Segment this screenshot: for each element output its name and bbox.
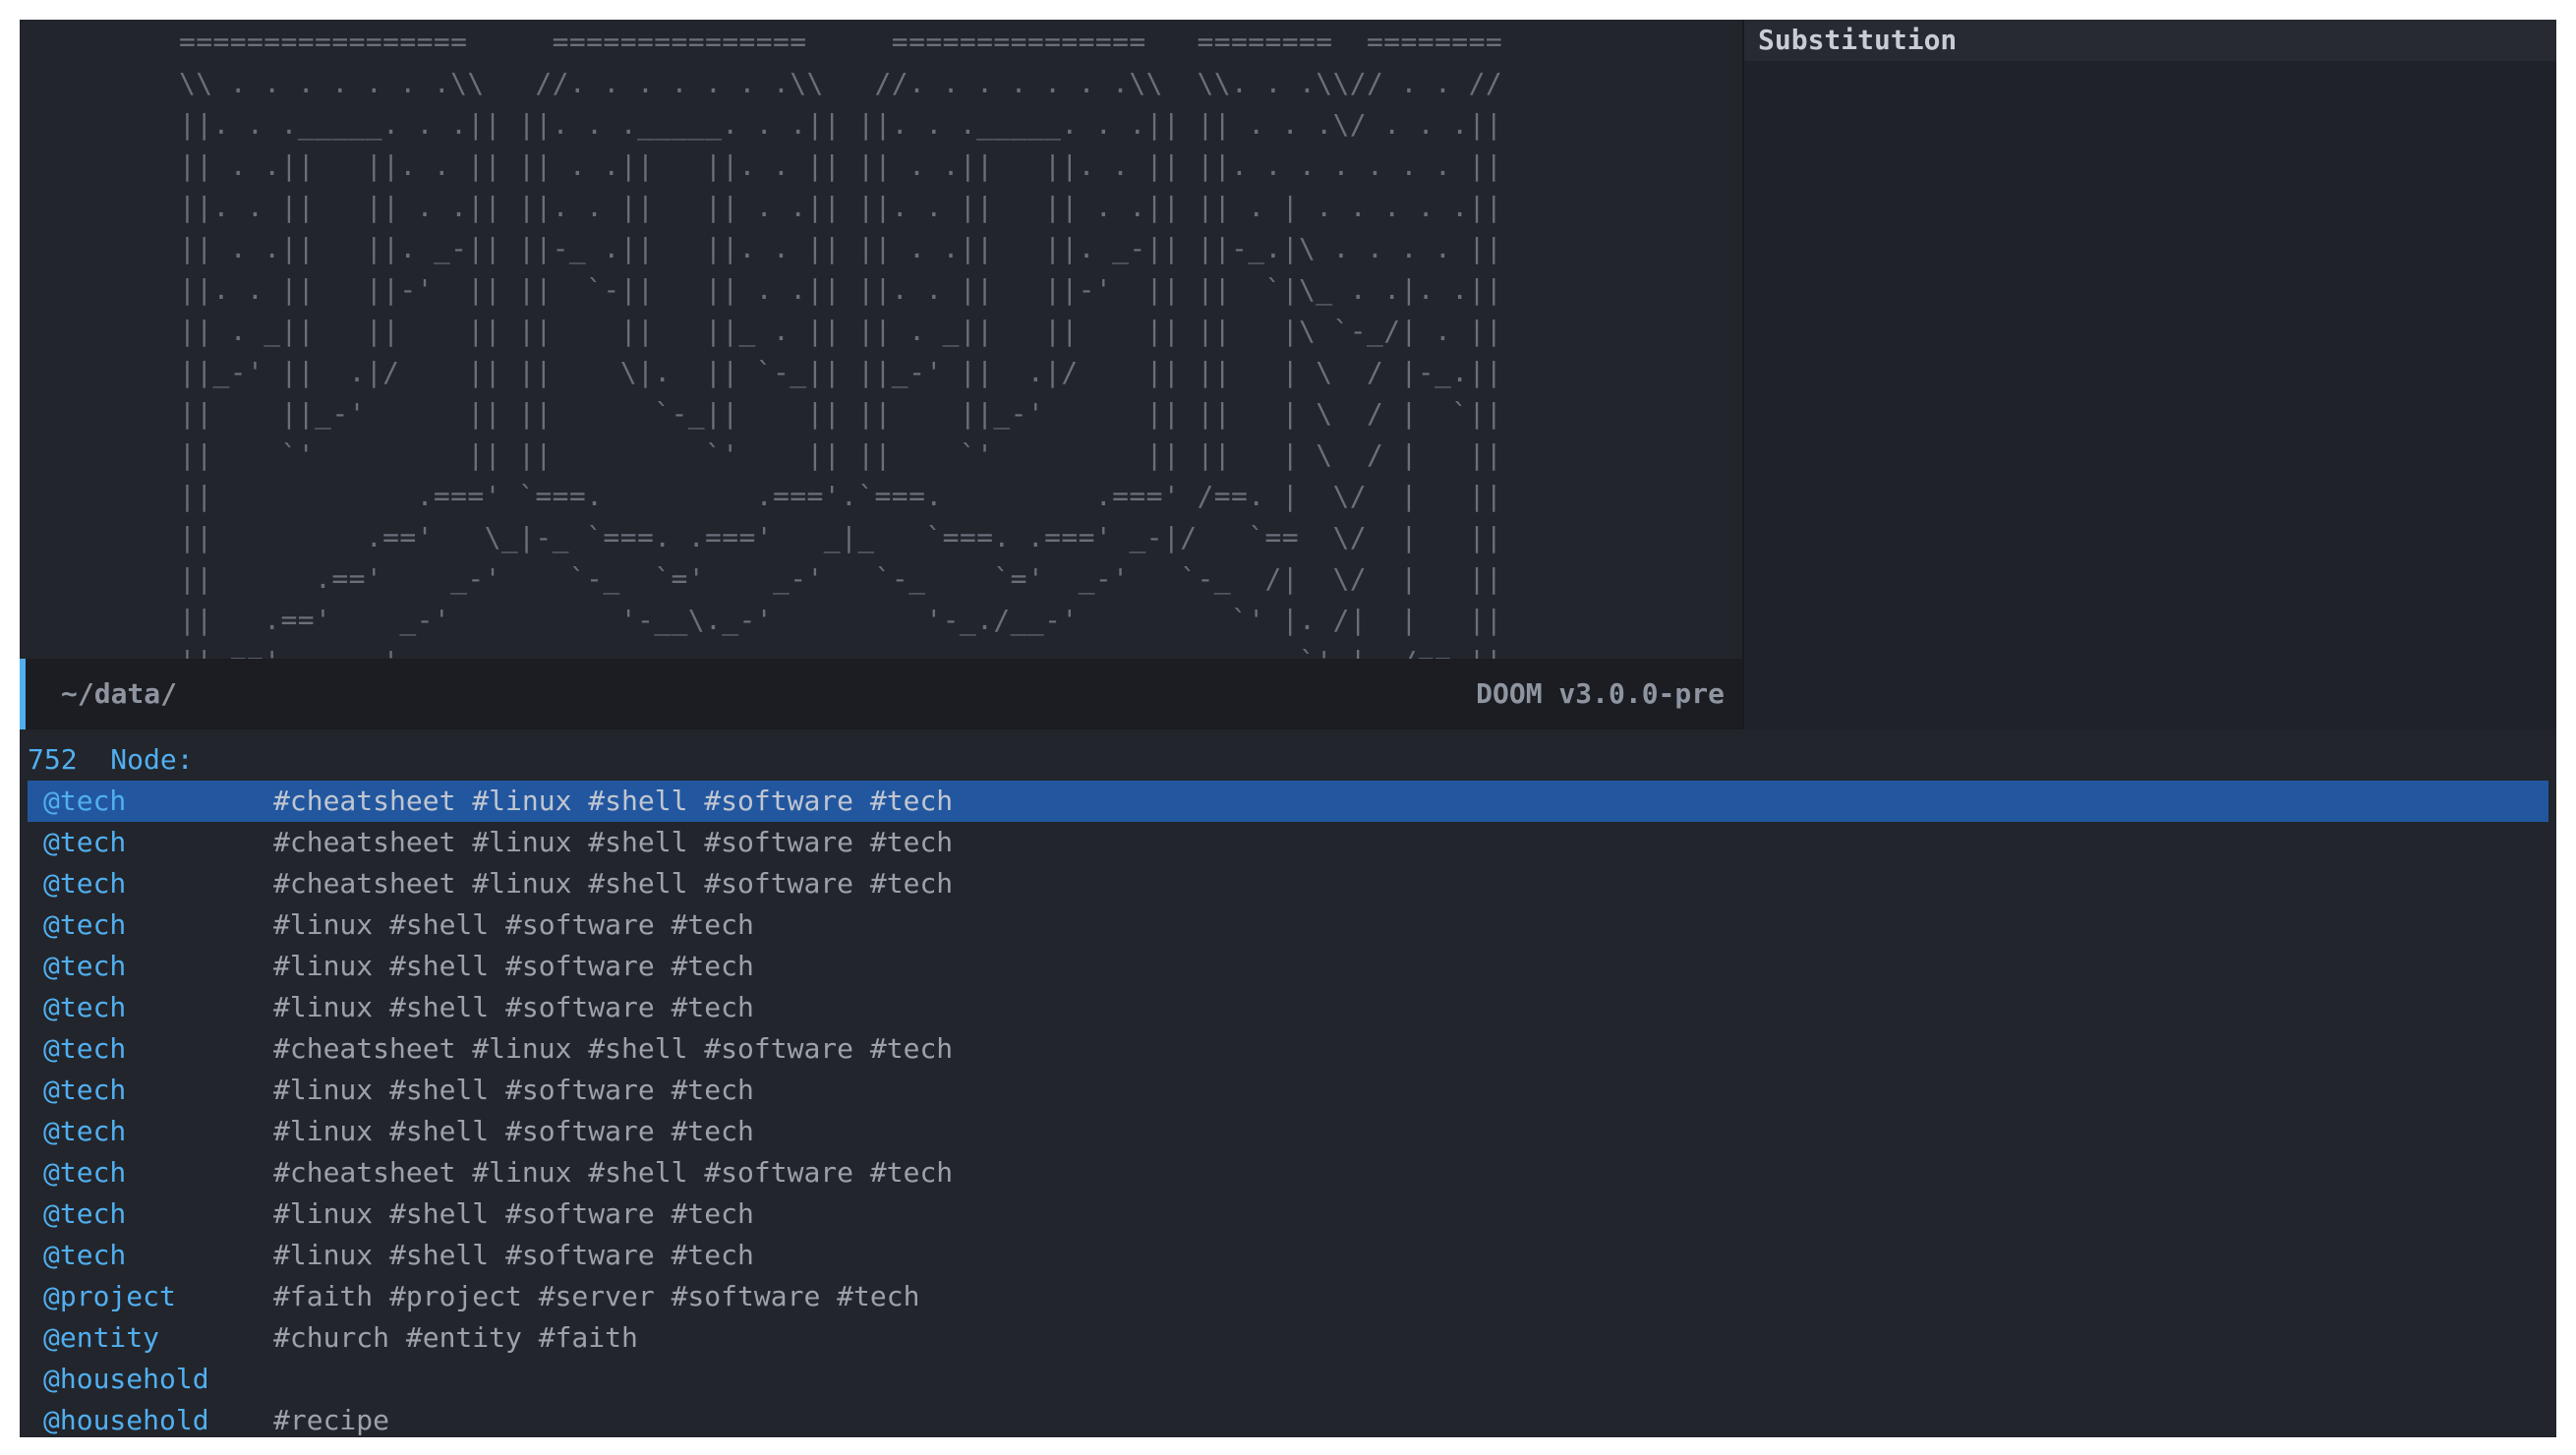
candidate-title: @tech [43,1197,127,1230]
candidate-tags: #linux #shell #software #tech [273,991,754,1023]
candidate-title: @project [43,1280,176,1312]
candidate-row-selected[interactable]: @tech #cheatsheet #linux #shell #software… [28,781,2548,822]
candidate-count: 752 [28,743,78,776]
candidate-row[interactable]: @tech #linux #shell #software #tech [28,1193,2548,1235]
candidate-list: @tech #cheatsheet #linux #shell #software… [28,781,2548,1437]
candidate-tags: #linux #shell #software #tech [273,1115,754,1147]
prompt-label: Node: [110,743,194,776]
candidate-title: @household [43,1363,209,1395]
candidate-row[interactable]: @tech #linux #shell #software #tech [28,1235,2548,1276]
candidate-title: @tech [43,991,127,1023]
candidate-tags: #recipe [273,1404,390,1436]
candidate-title: @tech [43,826,127,858]
candidate-title: @tech [43,908,127,941]
candidate-row[interactable]: @household #recipe [28,1400,2548,1437]
candidate-tags: #linux #shell #software #tech [273,950,754,982]
candidate-title: @tech [43,1032,127,1065]
candidate-title: @entity [43,1321,160,1354]
candidate-tags: #cheatsheet #linux #shell #software #tec… [273,867,954,900]
candidate-title: @tech [43,950,127,982]
candidate-tags: #faith #project #server #software #tech [273,1280,920,1312]
substitution-header: Substitution [1744,20,2556,61]
minibuffer[interactable]: 752 Node: @tech #cheatsheet #linux #shell… [20,729,2556,1437]
candidate-row[interactable]: @tech #cheatsheet #linux #shell #software… [28,1028,2548,1070]
candidate-row[interactable]: @household [28,1359,2548,1400]
candidate-tags: #linux #shell #software #tech [273,1239,754,1271]
candidate-row[interactable]: @tech #linux #shell #software #tech [28,1070,2548,1111]
candidate-row[interactable]: @tech #linux #shell #software #tech [28,946,2548,987]
emacs-frame: ================= =============== ======… [20,20,2556,1437]
candidate-tags: #linux #shell #software #tech [273,1074,754,1106]
modeline-version: DOOM v3.0.0-pre [1476,677,1725,710]
candidate-tags: #linux #shell #software #tech [273,908,754,941]
candidate-title: @tech [43,785,127,817]
candidate-title: @tech [43,1239,127,1271]
candidate-row[interactable]: @tech #cheatsheet #linux #shell #software… [28,863,2548,904]
candidate-row[interactable]: @tech #cheatsheet #linux #shell #software… [28,822,2548,863]
candidate-tags: #cheatsheet #linux #shell #software #tec… [273,785,954,817]
candidate-tags: #cheatsheet #linux #shell #software #tec… [273,826,954,858]
substitution-pane[interactable]: Substitution [1742,20,2556,729]
candidate-title: @tech [43,1115,127,1147]
minibuffer-prompt[interactable]: 752 Node: [28,739,194,781]
candidate-row[interactable]: @tech #linux #shell #software #tech [28,987,2548,1028]
modeline: ~/data/ DOOM v3.0.0-pre [20,659,1742,729]
dashboard-pane[interactable]: ================= =============== ======… [20,20,1742,659]
candidate-tags: #cheatsheet #linux #shell #software #tec… [273,1156,954,1189]
candidate-title: @tech [43,867,127,900]
candidate-tags: #church #entity #faith [273,1321,638,1354]
candidate-title: @tech [43,1074,127,1106]
candidate-tags: #linux #shell #software #tech [273,1197,754,1230]
candidate-row[interactable]: @tech #linux #shell #software #tech [28,1111,2548,1152]
candidate-row[interactable]: @entity #church #entity #faith [28,1317,2548,1359]
modeline-buffer-path: ~/data/ [61,677,178,710]
candidate-tags: #cheatsheet #linux #shell #software #tec… [273,1032,954,1065]
candidate-title: @household [43,1404,209,1436]
doom-ascii-banner: ================= =============== ======… [179,26,1503,659]
candidate-row[interactable]: @tech #cheatsheet #linux #shell #software… [28,1152,2548,1193]
candidate-row[interactable]: @project #faith #project #server #softwar… [28,1276,2548,1317]
candidate-title: @tech [43,1156,127,1189]
candidate-row[interactable]: @tech #linux #shell #software #tech [28,904,2548,946]
